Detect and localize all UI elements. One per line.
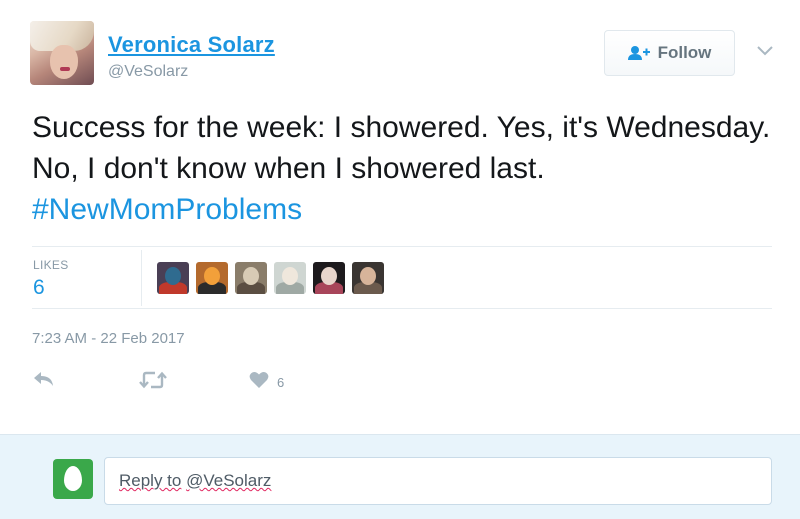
liker-avatars bbox=[157, 262, 384, 294]
liker-face bbox=[243, 267, 259, 285]
divider-bottom bbox=[32, 308, 772, 309]
liker-avatar-2[interactable] bbox=[196, 262, 228, 294]
reply-target-handle: @VeSolarz bbox=[186, 471, 272, 490]
retweet-icon bbox=[139, 371, 167, 394]
liker-avatar-5[interactable] bbox=[313, 262, 345, 294]
avatar-face bbox=[50, 45, 78, 79]
tweet-card: Veronica Solarz @VeSolarz Follow Success… bbox=[0, 0, 800, 434]
liker-face bbox=[282, 267, 298, 285]
liker-avatar-6[interactable] bbox=[352, 262, 384, 294]
liker-face bbox=[360, 267, 376, 285]
user-egg-avatar bbox=[53, 459, 93, 499]
tweet-body: Success for the week: I showered. Yes, i… bbox=[32, 111, 771, 185]
like-count: 6 bbox=[277, 375, 285, 390]
likes-label: LIKES bbox=[33, 258, 69, 272]
retweet-button[interactable] bbox=[139, 371, 167, 394]
follow-button[interactable]: Follow bbox=[604, 30, 735, 76]
chevron-down-icon[interactable] bbox=[756, 44, 774, 62]
liker-avatar-4[interactable] bbox=[274, 262, 306, 294]
reply-icon bbox=[33, 371, 55, 392]
egg-icon bbox=[64, 466, 82, 491]
tweet-text: Success for the week: I showered. Yes, i… bbox=[32, 107, 777, 230]
avatar-lip bbox=[60, 67, 70, 71]
liker-face bbox=[321, 267, 337, 285]
liker-avatar-3[interactable] bbox=[235, 262, 267, 294]
hashtag-link[interactable]: #NewMomProblems bbox=[32, 193, 302, 226]
liker-face bbox=[204, 267, 220, 285]
reply-input[interactable]: Reply to @VeSolarz bbox=[104, 457, 772, 505]
author-handle[interactable]: @VeSolarz bbox=[108, 63, 188, 81]
liker-face bbox=[165, 267, 181, 285]
author-avatar[interactable] bbox=[30, 21, 94, 85]
author-name[interactable]: Veronica Solarz bbox=[108, 32, 275, 58]
divider-top bbox=[32, 246, 772, 247]
reply-prefix: Reply to bbox=[119, 471, 182, 490]
stats-divider bbox=[141, 250, 142, 306]
likes-count[interactable]: 6 bbox=[33, 276, 45, 300]
tweet-timestamp[interactable]: 7:23 AM - 22 Feb 2017 bbox=[32, 330, 185, 347]
follow-label: Follow bbox=[657, 43, 712, 62]
add-user-icon bbox=[627, 45, 650, 61]
liker-avatar-1[interactable] bbox=[157, 262, 189, 294]
reply-area: Reply to @VeSolarz bbox=[0, 434, 800, 519]
reply-button[interactable] bbox=[33, 371, 55, 392]
like-button[interactable]: 6 bbox=[249, 371, 284, 394]
heart-icon bbox=[249, 371, 269, 394]
